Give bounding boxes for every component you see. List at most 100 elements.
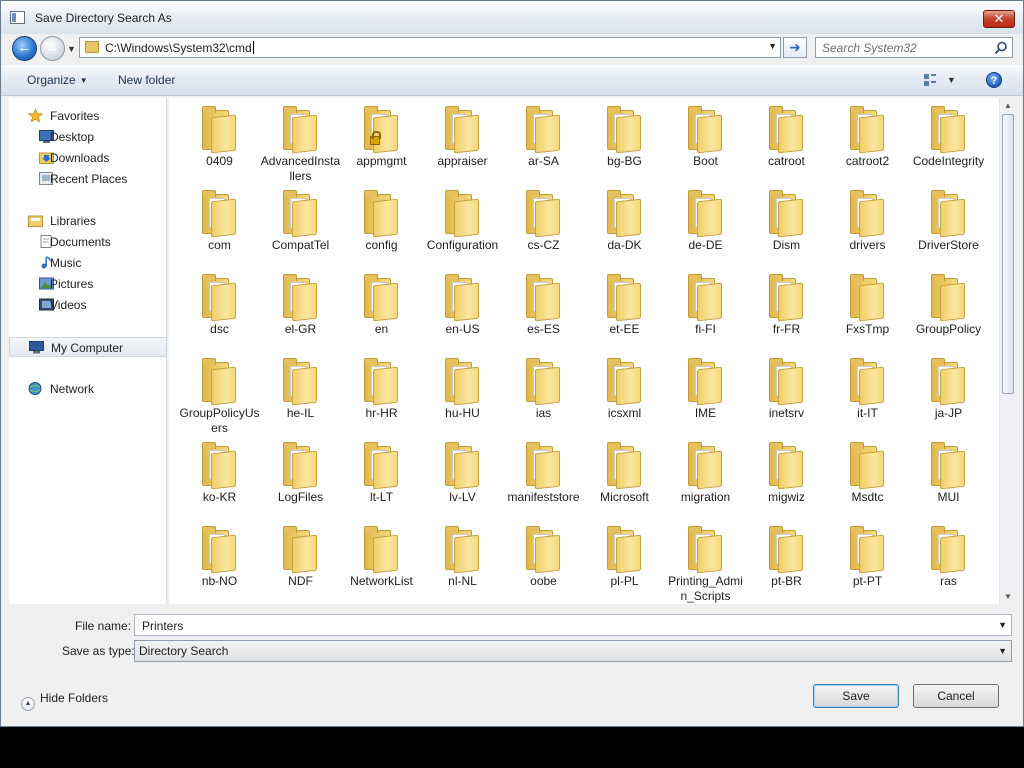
nav-network[interactable]: Network (9, 379, 167, 399)
views-icon[interactable] (923, 73, 937, 87)
folder-item[interactable]: migration (665, 440, 746, 524)
save-type-dropdown-icon[interactable]: ▼ (998, 646, 1007, 656)
folder-item[interactable]: IME (665, 356, 746, 440)
folder-item[interactable]: LogFiles (260, 440, 341, 524)
recent-pages-dropdown[interactable]: ▼ (67, 44, 76, 54)
folder-item[interactable]: ras (908, 524, 989, 604)
folder-item[interactable]: lt-LT (341, 440, 422, 524)
vertical-scrollbar[interactable]: ▲ ▼ (999, 98, 1016, 604)
back-button[interactable]: ← (12, 36, 37, 61)
scroll-up-icon[interactable]: ▲ (1004, 101, 1012, 110)
folder-item[interactable]: Boot (665, 104, 746, 188)
nav-recent-places[interactable]: Recent Places (9, 169, 167, 189)
folder-item[interactable]: bg-BG (584, 104, 665, 188)
nav-desktop[interactable]: Desktop (9, 127, 167, 147)
help-icon[interactable]: ? (986, 72, 1002, 88)
folder-item[interactable]: ias (503, 356, 584, 440)
folder-item[interactable]: Printing_Admin_Scripts (665, 524, 746, 604)
scroll-down-icon[interactable]: ▼ (1004, 592, 1012, 601)
folder-item[interactable]: NDF (260, 524, 341, 604)
folder-item[interactable]: dsc (179, 272, 260, 356)
folder-item[interactable]: catroot (746, 104, 827, 188)
file-name-field[interactable]: ▼ (134, 614, 1012, 636)
new-folder-button[interactable]: New folder (118, 73, 175, 87)
folder-item[interactable]: Configuration (422, 188, 503, 272)
folder-item[interactable]: com (179, 188, 260, 272)
folder-item[interactable]: cs-CZ (503, 188, 584, 272)
forward-button[interactable]: → (40, 36, 65, 61)
folder-item[interactable]: DriverStore (908, 188, 989, 272)
folder-item[interactable]: en (341, 272, 422, 356)
title-bar[interactable]: Save Directory Search As ✕ (1, 1, 1023, 34)
folder-item[interactable]: nb-NO (179, 524, 260, 604)
folder-item[interactable]: en-US (422, 272, 503, 356)
folder-item[interactable]: fi-FI (665, 272, 746, 356)
folder-item[interactable]: appmgmt (341, 104, 422, 188)
organize-button[interactable]: Organize ▼ (27, 73, 88, 87)
address-path[interactable]: C:\Windows\System32\cmd (105, 41, 254, 55)
nav-libraries[interactable]: Libraries (9, 211, 167, 231)
file-name-input[interactable] (140, 618, 980, 633)
folder-item[interactable]: 0409 (179, 104, 260, 188)
hide-folders-button[interactable]: ▲ Hide Folders (21, 691, 108, 711)
folder-item[interactable]: manifeststore (503, 440, 584, 524)
folder-item[interactable]: ko-KR (179, 440, 260, 524)
folder-item[interactable]: GroupPolicyUsers (179, 356, 260, 440)
folder-item[interactable]: da-DK (584, 188, 665, 272)
folder-item[interactable]: it-IT (827, 356, 908, 440)
folder-item[interactable]: de-DE (665, 188, 746, 272)
nav-documents[interactable]: Documents (9, 232, 167, 252)
go-button[interactable]: ➜ (783, 37, 807, 58)
folder-item[interactable]: catroot2 (827, 104, 908, 188)
folder-item[interactable]: pl-PL (584, 524, 665, 604)
folder-item[interactable]: Microsoft (584, 440, 665, 524)
folder-item[interactable]: hr-HR (341, 356, 422, 440)
folder-item[interactable]: ja-JP (908, 356, 989, 440)
file-name-dropdown-icon[interactable]: ▼ (998, 620, 1007, 630)
folder-item[interactable]: nl-NL (422, 524, 503, 604)
scroll-thumb[interactable] (1002, 114, 1014, 394)
close-button[interactable]: ✕ (983, 10, 1015, 28)
nav-music[interactable]: Music (9, 253, 167, 273)
folder-item[interactable]: config (341, 188, 422, 272)
search-box[interactable] (815, 37, 1013, 58)
folder-item[interactable]: el-GR (260, 272, 341, 356)
address-dropdown-icon[interactable]: ▼ (768, 41, 777, 51)
folder-item[interactable]: appraiser (422, 104, 503, 188)
folder-item[interactable]: MUI (908, 440, 989, 524)
folder-item[interactable]: CompatTel (260, 188, 341, 272)
folder-item[interactable]: he-IL (260, 356, 341, 440)
folder-item[interactable]: inetsrv (746, 356, 827, 440)
folder-item[interactable]: GroupPolicy (908, 272, 989, 356)
folder-item[interactable]: AdvancedInstallers (260, 104, 341, 188)
folder-item[interactable]: migwiz (746, 440, 827, 524)
save-button[interactable]: Save (813, 684, 899, 708)
nav-my-computer[interactable]: My Computer (9, 337, 167, 357)
folder-item[interactable]: fr-FR (746, 272, 827, 356)
search-icon[interactable] (994, 41, 1008, 55)
address-bar[interactable]: C:\Windows\System32\cmd ▼ (79, 37, 781, 58)
folder-item[interactable]: NetworkList (341, 524, 422, 604)
folder-item[interactable]: icsxml (584, 356, 665, 440)
nav-downloads[interactable]: Downloads (9, 148, 167, 168)
folder-item[interactable]: pt-PT (827, 524, 908, 604)
search-input[interactable] (820, 40, 990, 55)
folder-item[interactable]: lv-LV (422, 440, 503, 524)
folder-item[interactable]: es-ES (503, 272, 584, 356)
folder-item[interactable]: Msdtc (827, 440, 908, 524)
folder-item[interactable]: ar-SA (503, 104, 584, 188)
nav-pictures[interactable]: Pictures (9, 274, 167, 294)
cancel-button[interactable]: Cancel (913, 684, 999, 708)
save-type-select[interactable]: Directory Search ▼ (134, 640, 1012, 662)
nav-videos[interactable]: Videos (9, 295, 167, 315)
folder-item[interactable]: hu-HU (422, 356, 503, 440)
folder-item[interactable]: oobe (503, 524, 584, 604)
nav-favorites[interactable]: Favorites (9, 106, 167, 126)
folder-item[interactable]: et-EE (584, 272, 665, 356)
folder-item[interactable]: pt-BR (746, 524, 827, 604)
folder-item[interactable]: CodeIntegrity (908, 104, 989, 188)
folder-item[interactable]: drivers (827, 188, 908, 272)
views-dropdown-icon[interactable]: ▼ (947, 75, 956, 85)
folder-item[interactable]: Dism (746, 188, 827, 272)
folder-item[interactable]: FxsTmp (827, 272, 908, 356)
